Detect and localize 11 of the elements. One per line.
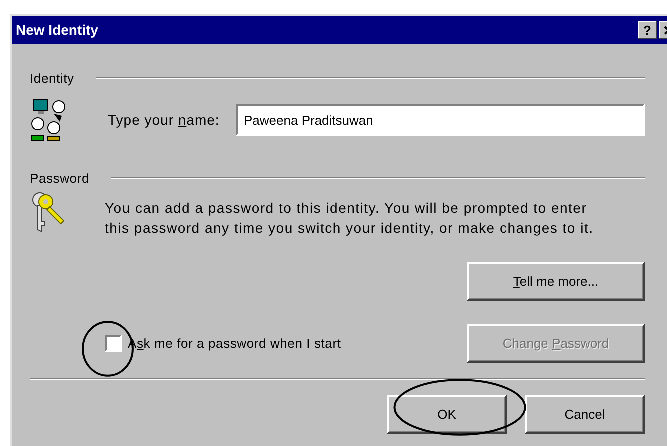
section-heading: Password <box>30 170 90 186</box>
checkbox[interactable] <box>105 335 122 352</box>
cancel-button[interactable]: Cancel <box>525 395 645 434</box>
help-button[interactable]: ? <box>638 21 657 39</box>
tell-me-more-button[interactable]: Tell me more... <box>467 262 645 301</box>
window-title: New Identity <box>16 22 100 38</box>
name-label: Type your name: <box>108 112 221 128</box>
ok-button[interactable]: OK <box>387 395 507 434</box>
name-field[interactable]: Paweena Praditsuwan <box>236 104 645 136</box>
password-description: You can add a password to this identity. You will be prompted to enter this password any time you switch your identity, or make changes to it. <box>105 199 594 238</box>
section-heading: Identity <box>30 70 74 86</box>
